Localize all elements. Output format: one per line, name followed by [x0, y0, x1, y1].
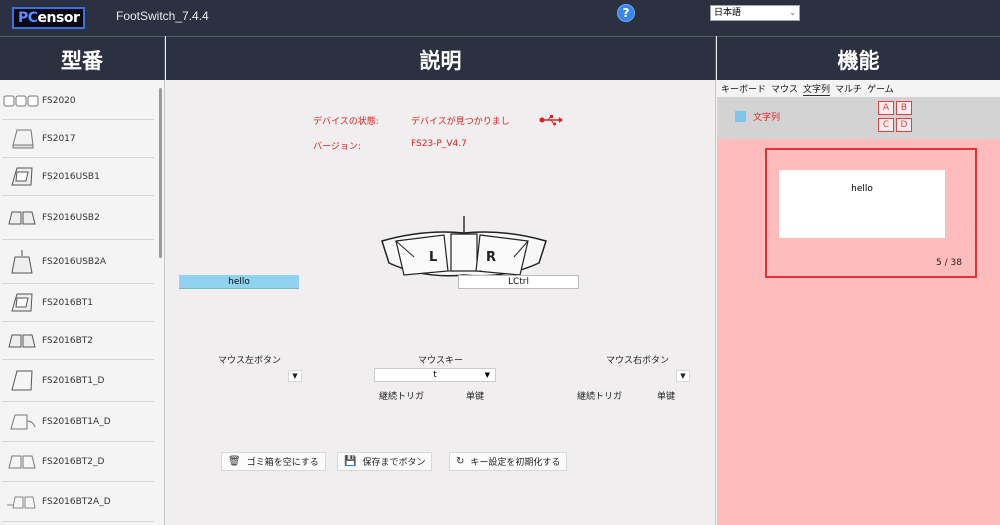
version-label: バージョン: — [313, 142, 361, 152]
model-label: FS2016USB2 — [42, 212, 100, 223]
model-list: FS2020 FS2017 FS2016USB1 FS2016USB2 FS20… — [0, 80, 165, 525]
model-item-fs2016bt1a-d[interactable]: FS2016BT1A_D — [2, 402, 154, 442]
model-item-fs2016bt2[interactable]: FS2016BT2 — [2, 322, 154, 360]
single-key-label-right: 单键 — [657, 392, 676, 402]
model-list-scrollbar[interactable] — [159, 88, 162, 258]
double-pedal-icon — [2, 448, 42, 476]
continuous-trigger-label: 継続トリガ — [379, 392, 425, 402]
model-label: FS2020 — [42, 95, 76, 106]
mouse-right-button-label: マウス右ボタン — [606, 356, 670, 366]
model-item-fs2016usb2a[interactable]: FS2016USB2A — [2, 240, 154, 284]
chevron-down-icon: ⌄ — [789, 8, 796, 17]
function-tabs: キーボード マウス 文字列 マルチ ゲーム — [717, 80, 1000, 97]
model-label: FS2016USB1 — [42, 171, 100, 182]
chevron-down-icon: ▼ — [484, 371, 490, 379]
right-pedal-letter: R — [486, 250, 496, 265]
language-value: 日本語 — [714, 8, 742, 18]
string-label: 文字列 — [753, 113, 781, 123]
mouse-left-dropdown[interactable]: ▼ — [288, 370, 302, 382]
single-pedal-icon — [2, 289, 42, 317]
model-label: FS2016BT1 — [42, 297, 94, 308]
model-label: FS2017 — [42, 133, 76, 144]
model-item-fs2016usb1[interactable]: FS2016USB1 — [2, 158, 154, 196]
device-status-label: デバイスの状態: — [313, 117, 379, 127]
model-item-fs2016usb2[interactable]: FS2016USB2 — [2, 196, 154, 240]
model-header: 型番 — [0, 36, 165, 80]
help-icon[interactable]: ? — [617, 4, 635, 22]
tab-keyboard[interactable]: キーボード — [721, 82, 766, 95]
mouse-key-label: マウスキー — [418, 356, 464, 366]
continuous-trigger-label-right: 継続トリガ — [577, 392, 623, 402]
function-panel: キーボード マウス 文字列 マルチ ゲーム 文字列 A B C D hello … — [717, 80, 1000, 525]
description-header: 説明 — [166, 36, 716, 80]
mouse-key-select[interactable]: t ▼ — [374, 368, 496, 382]
logo-pc-text: PC — [18, 10, 38, 26]
single-pedal-icon — [2, 367, 42, 395]
mouse-right-dropdown[interactable]: ▼ — [676, 370, 690, 382]
language-select[interactable]: 日本語 ⌄ — [710, 5, 800, 21]
middle-pedal[interactable] — [450, 233, 478, 272]
app-title: FootSwitch_7.4.4 — [116, 9, 209, 23]
logo-rest-text: ensor — [37, 10, 80, 26]
model-label: FS2016BT1A_D — [42, 416, 111, 427]
mode-d-button[interactable]: D — [896, 118, 912, 132]
left-pedal-value-field[interactable]: hello — [179, 275, 299, 289]
usb-icon — [539, 114, 563, 129]
reset-label: キー設定を初期化する — [470, 458, 561, 468]
string-text-area[interactable]: hello — [779, 170, 945, 238]
left-pedal[interactable] — [395, 234, 449, 276]
model-item-fs2016bt1[interactable]: FS2016BT1 — [2, 284, 154, 322]
device-status-value: デバイスが見つかりまし — [411, 117, 510, 127]
description-panel: デバイスの状態: デバイスが見つかりまし バージョン: FS23-P_V4.7 … — [166, 80, 716, 525]
character-counter: 5 / 38 — [936, 258, 962, 268]
single-key-label: 单键 — [466, 392, 485, 402]
model-item-fs2016bt2a-d[interactable]: FS2016BT2A_D — [2, 482, 154, 522]
model-label: FS2016BT2_D — [42, 456, 105, 467]
wired-pedal-icon — [2, 408, 42, 436]
empty-trash-button[interactable]: 🗑 ゴミ箱を空にする — [221, 452, 326, 471]
model-item-fs2020[interactable]: FS2020 — [2, 82, 154, 120]
tab-game[interactable]: ゲーム — [867, 82, 894, 95]
triple-pedal-icon — [2, 87, 42, 115]
string-checkbox[interactable] — [735, 111, 746, 122]
tab-string[interactable]: 文字列 — [803, 82, 831, 96]
right-pedal[interactable] — [475, 234, 529, 276]
tab-mouse[interactable]: マウス — [771, 82, 798, 95]
function-header: 機能 — [717, 36, 1000, 80]
handle-pedal-icon — [2, 248, 42, 276]
tab-multi[interactable]: マルチ — [835, 82, 862, 95]
mode-a-button[interactable]: A — [878, 101, 894, 115]
save-label: 保存までボタン — [362, 458, 426, 468]
double-pedal-icon — [2, 204, 42, 232]
single-pedal-icon — [2, 125, 42, 153]
save-icon: 💾 — [344, 456, 357, 467]
reset-icon: ↻ — [456, 456, 465, 467]
right-pedal-value-field[interactable]: LCtrl — [458, 275, 579, 289]
model-item-fs2016bt1-d[interactable]: FS2016BT1_D — [2, 360, 154, 402]
model-label: FS2016BT1_D — [42, 375, 105, 386]
pcsensor-logo: PCensor — [12, 7, 86, 29]
save-button[interactable]: 💾 保存までボタン — [337, 452, 433, 471]
wired-double-pedal-icon — [2, 488, 42, 516]
mode-b-button[interactable]: B — [896, 101, 912, 115]
left-pedal-letter: L — [429, 250, 437, 265]
single-pedal-icon — [2, 163, 42, 191]
model-label: FS2016USB2A — [42, 256, 106, 267]
trash-icon: 🗑 — [228, 456, 241, 467]
empty-trash-label: ゴミ箱を空にする — [246, 458, 319, 468]
mode-c-button[interactable]: C — [878, 118, 894, 132]
model-item-fs2017[interactable]: FS2017 — [2, 120, 154, 158]
model-item-fs2016bt2-d[interactable]: FS2016BT2_D — [2, 442, 154, 482]
model-label: FS2016BT2 — [42, 335, 94, 346]
mouse-key-value: t — [433, 370, 437, 380]
version-value: FS23-P_V4.7 — [411, 139, 467, 149]
model-label: FS2016BT2A_D — [42, 496, 111, 507]
double-pedal-icon — [2, 327, 42, 355]
mouse-left-button-label: マウス左ボタン — [218, 356, 282, 366]
string-options-bar: 文字列 A B C D — [717, 97, 1000, 139]
reset-keys-button[interactable]: ↻ キー設定を初期化する — [449, 452, 568, 471]
title-bar: PCensor FootSwitch_7.4.4 ? 日本語 ⌄ — [0, 0, 1000, 36]
